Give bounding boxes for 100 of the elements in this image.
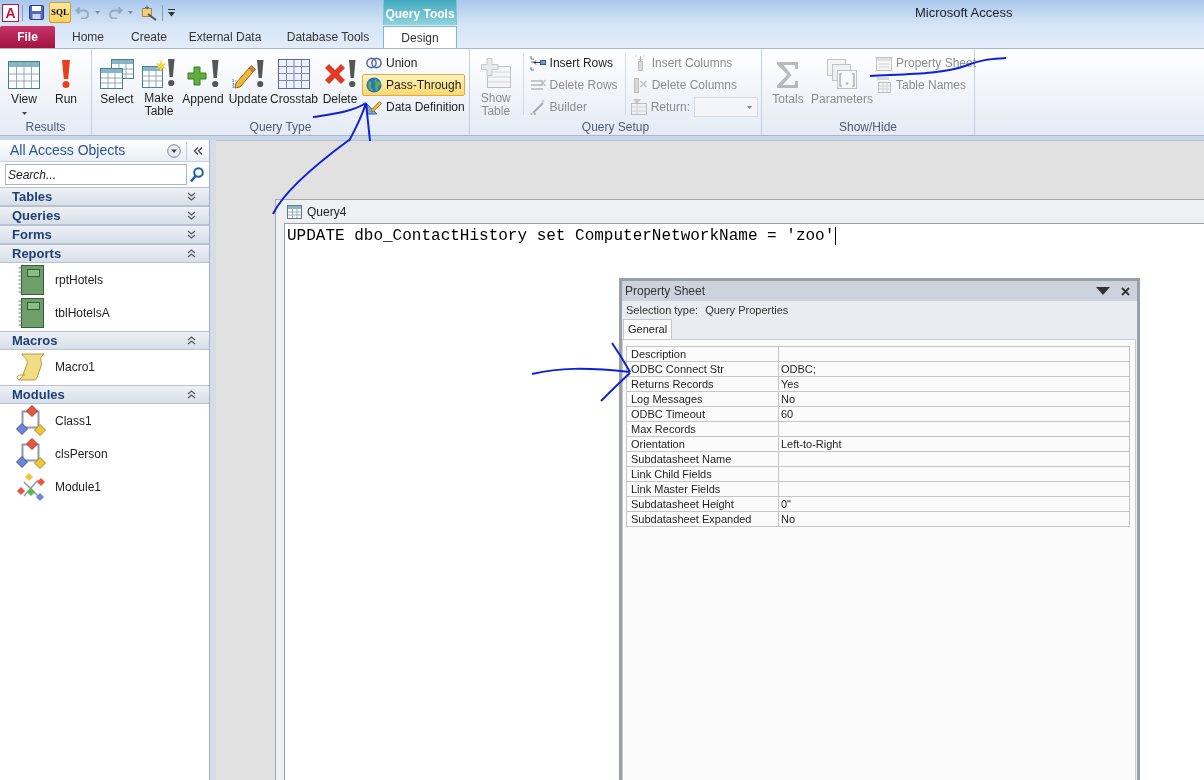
- tables-icon: [100, 59, 134, 89]
- insert-rows-button[interactable]: Insert Rows: [525, 52, 617, 74]
- contextual-tab-group-label: Query Tools: [383, 0, 457, 25]
- double-chevron-down-icon: [187, 192, 196, 201]
- property-value-field[interactable]: Left-to-Right: [778, 436, 1130, 452]
- nav-group-header[interactable]: Forms: [0, 225, 209, 244]
- pencil-ruler-icon: [366, 99, 382, 115]
- caret-down-icon: [747, 105, 752, 109]
- property-name-cell: Log Messages: [626, 391, 779, 407]
- nav-pane-title: All Access Objects: [10, 141, 127, 160]
- close-button[interactable]: [1120, 284, 1131, 298]
- wand-icon: [529, 99, 546, 115]
- nav-group-header[interactable]: Queries: [0, 206, 209, 225]
- pencil-exclamation-icon: [231, 59, 265, 89]
- caret-down-icon[interactable]: [95, 11, 100, 14]
- pass-through-button[interactable]: Pass-Through: [362, 74, 466, 96]
- nav-item[interactable]: clsPerson: [0, 437, 209, 470]
- property-name-cell: Link Master Fields: [626, 481, 779, 497]
- ribbon-group-label: Query Type: [249, 121, 312, 133]
- connected-diamonds-icon: [16, 405, 46, 436]
- double-chevron-left-icon: [193, 146, 203, 155]
- double-chevron-up-icon: [187, 390, 196, 399]
- exclamation-icon: [61, 59, 71, 89]
- delete-rows-icon: [529, 77, 546, 93]
- nav-group-header[interactable]: Tables: [0, 187, 209, 206]
- nav-item[interactable]: Module1: [0, 470, 209, 503]
- insert-rows-icon: [529, 55, 546, 71]
- dropdown-triangle-icon: [1096, 287, 1110, 295]
- customize-caret-icon[interactable]: [168, 8, 175, 17]
- nav-menu-button[interactable]: [166, 142, 182, 159]
- ribbon-tab[interactable]: Create: [121, 26, 177, 48]
- double-chevron-down-icon: [187, 211, 196, 220]
- close-icon: [1121, 286, 1130, 296]
- make-table-button[interactable]: Make Table: [138, 49, 180, 119]
- property-value-field[interactable]: [778, 466, 1130, 482]
- property-tab[interactable]: General: [623, 319, 673, 339]
- property-value-field[interactable]: [778, 481, 1130, 497]
- cross-exclamation-icon: [323, 59, 357, 89]
- union-button[interactable]: Union: [362, 52, 422, 74]
- ribbon-tab[interactable]: File: [0, 26, 55, 48]
- run-button[interactable]: Run: [46, 49, 86, 119]
- table-plus-icon: [480, 58, 511, 88]
- property-name-cell: Subdatasheet Expanded: [626, 511, 779, 527]
- update-button[interactable]: Update: [226, 49, 270, 119]
- dropdown-circle-icon: [167, 143, 181, 158]
- double-chevron-down-icon: [187, 230, 196, 239]
- app-logo[interactable]: A: [2, 3, 19, 22]
- property-value-field[interactable]: [778, 421, 1130, 437]
- nav-item[interactable]: tblHotelsA: [0, 296, 209, 329]
- property-value-field[interactable]: [778, 346, 1130, 362]
- property-value-field[interactable]: ODBC;: [778, 361, 1130, 377]
- property-name-cell: Link Child Fields: [626, 466, 779, 482]
- ribbon-tab[interactable]: Home: [55, 26, 121, 48]
- nav-item[interactable]: Class1: [0, 404, 209, 437]
- nav-item[interactable]: rptHotels: [0, 263, 209, 296]
- property-name-cell: Orientation: [626, 436, 779, 452]
- select-query-button[interactable]: Select: [96, 49, 138, 119]
- crosstab-button[interactable]: Crosstab: [270, 49, 318, 119]
- table-star-exclamation-icon: [142, 58, 176, 88]
- property-value-field[interactable]: 0": [778, 496, 1130, 512]
- table-icon: [287, 204, 302, 219]
- ribbon-tab[interactable]: External Data: [177, 26, 273, 48]
- nav-group-header[interactable]: Modules: [0, 385, 209, 404]
- data-definition-button[interactable]: Data Definition: [362, 96, 469, 118]
- nav-item[interactable]: Macro1: [0, 350, 209, 383]
- property-name-cell: Max Records: [626, 421, 779, 437]
- view-button[interactable]: View: [2, 49, 46, 119]
- sql-view-button[interactable]: SQL: [49, 2, 71, 23]
- save-icon[interactable]: [29, 5, 44, 20]
- caret-down-icon[interactable]: [128, 11, 133, 14]
- delete-button[interactable]: Delete: [318, 49, 362, 119]
- wand-box-icon[interactable]: [141, 4, 157, 21]
- property-name-cell: ODBC Timeout: [626, 406, 779, 422]
- append-button[interactable]: Append: [180, 49, 226, 119]
- selection-type-label: Selection type:: [626, 302, 699, 318]
- property-value-field[interactable]: 60: [778, 406, 1130, 422]
- property-value-field[interactable]: No: [778, 391, 1130, 407]
- notebook-icon: [18, 264, 44, 295]
- nav-group-header[interactable]: Macros: [0, 331, 209, 350]
- rings-icon: [366, 57, 382, 69]
- search-icon[interactable]: [190, 166, 204, 183]
- nav-group-header[interactable]: Reports: [0, 244, 209, 263]
- table-icon: [630, 99, 647, 115]
- property-name-cell: Subdatasheet Name: [626, 451, 779, 467]
- property-value-field[interactable]: Yes: [778, 376, 1130, 392]
- window-list-icon: [876, 55, 892, 71]
- ribbon-group-label: Query Setup: [581, 121, 650, 133]
- delete-columns-icon: [631, 77, 648, 93]
- window-title: Microsoft Access: [915, 3, 1013, 22]
- property-value-field[interactable]: [778, 451, 1130, 467]
- scroll-icon: [16, 352, 46, 381]
- ribbon-group-label: Show/Hide: [839, 121, 897, 133]
- stacked-windows-icon: [827, 59, 857, 89]
- ribbon-tab[interactable]: Database Tools: [273, 26, 383, 48]
- property-value-field[interactable]: No: [778, 511, 1130, 527]
- ribbon-tab[interactable]: Design: [383, 26, 457, 48]
- notebook-icon: [18, 297, 44, 328]
- connected-diamonds-icon: [16, 438, 46, 469]
- search-field[interactable]: Search...: [5, 164, 187, 185]
- globe-icon: [366, 77, 382, 93]
